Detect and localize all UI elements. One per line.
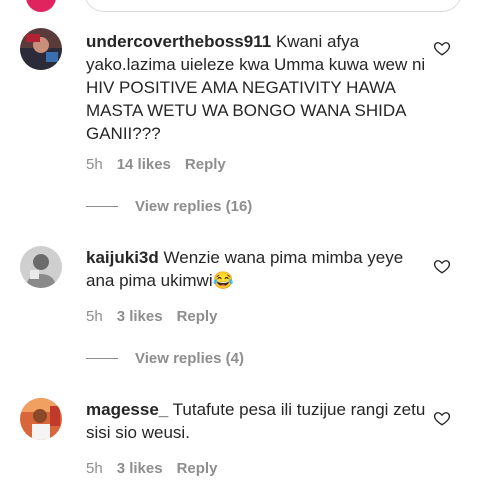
replies-divider	[86, 358, 118, 359]
reply-button[interactable]: Reply	[185, 156, 226, 173]
replies-divider	[86, 206, 118, 207]
heart-outline-icon[interactable]	[433, 409, 451, 427]
likes-count[interactable]: 14 likes	[117, 156, 171, 173]
comment-body: magesse_ Tutafute pesa ili tuzijue rangi…	[86, 398, 426, 444]
heart-outline-icon[interactable]	[433, 39, 451, 57]
view-replies-label: View replies (4)	[135, 350, 244, 367]
likes-count[interactable]: 3 likes	[117, 308, 163, 325]
comment-time: 5h	[86, 308, 103, 325]
avatar[interactable]	[20, 246, 62, 288]
likes-count[interactable]: 3 likes	[117, 460, 163, 477]
comment-username[interactable]: undercovertheboss911	[86, 32, 271, 51]
add-comment-input[interactable]	[84, 0, 462, 12]
comment-username[interactable]: kaijuki3d	[86, 248, 159, 267]
comment-meta: 5h 14 likes Reply	[86, 156, 240, 173]
comment-composer-bar	[0, 0, 480, 12]
comment-meta: 5h 3 likes Reply	[86, 308, 231, 325]
heart-outline-icon[interactable]	[433, 257, 451, 275]
reply-button[interactable]: Reply	[177, 308, 218, 325]
view-replies-button[interactable]: View replies (16)	[86, 198, 252, 215]
comment-body: kaijuki3d Wenzie wana pima mimba yeye an…	[86, 246, 426, 292]
comment-meta: 5h 3 likes Reply	[86, 460, 231, 477]
avatar[interactable]	[20, 28, 62, 70]
avatar[interactable]	[20, 398, 62, 440]
comment-time: 5h	[86, 156, 103, 173]
reply-button[interactable]: Reply	[177, 460, 218, 477]
comment-time: 5h	[86, 460, 103, 477]
view-replies-label: View replies (16)	[135, 198, 253, 215]
view-replies-button[interactable]: View replies (4)	[86, 350, 244, 367]
comment-body: undercovertheboss911 Kwani afya yako.laz…	[86, 30, 426, 145]
comment-username[interactable]: magesse_	[86, 400, 168, 419]
current-user-avatar	[26, 0, 56, 12]
